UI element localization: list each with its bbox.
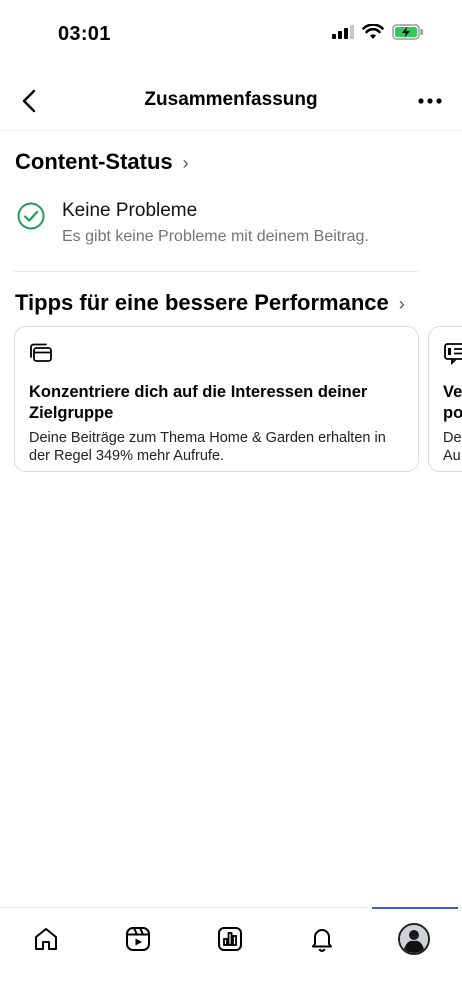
tab-reels[interactable] — [122, 923, 154, 955]
chevron-right-icon: › — [182, 152, 189, 173]
tab-notifications[interactable] — [306, 923, 338, 955]
tips-heading[interactable]: Tipps für eine bessere Performance › — [15, 290, 405, 316]
status-subtitle: Es gibt keine Probleme mit deinem Beitra… — [62, 228, 369, 245]
home-icon — [35, 928, 57, 950]
list-icon — [444, 343, 462, 366]
tips-title: Tipps für eine bessere Performance — [15, 290, 389, 315]
status-icons — [332, 24, 424, 40]
chevron-right-icon: › — [398, 293, 405, 314]
tip-card[interactable]: Konzentriere dich auf die Interessen dei… — [14, 326, 419, 472]
more-options-button[interactable] — [412, 86, 448, 116]
tip-card-description: De Au — [443, 430, 462, 464]
profile-avatar — [398, 923, 430, 955]
tab-home[interactable] — [30, 923, 62, 955]
status-title: Keine Probleme — [62, 200, 198, 221]
status-time: 03:01 — [58, 23, 111, 45]
bell-icon — [312, 929, 332, 952]
tip-card-title: Ve po — [443, 383, 462, 422]
tab-bar — [0, 910, 462, 970]
page-title: Zusammenfassung — [144, 89, 318, 110]
tab-insights[interactable] — [214, 923, 246, 955]
content-status-item: Keine Probleme Es gibt keine Probleme mi… — [16, 198, 422, 246]
content-status-text: Keine Probleme Es gibt keine Probleme mi… — [62, 198, 369, 246]
wifi-icon — [362, 24, 384, 39]
check-circle-icon — [17, 202, 45, 230]
reels-icon — [126, 927, 150, 951]
tip-card-description: Deine Beiträge zum Thema Home & Garden e… — [29, 430, 386, 464]
content-status-heading[interactable]: Content-Status › — [15, 149, 189, 175]
tip-card-title: Konzentriere dich auf die Interessen dei… — [29, 383, 368, 422]
insights-icon — [218, 927, 242, 951]
profile-avatar-image — [400, 925, 428, 953]
status-bar: 03:01 — [0, 0, 462, 70]
active-tab-indicator — [372, 907, 458, 909]
content-status-title: Content-Status — [15, 149, 173, 174]
tab-profile[interactable] — [398, 923, 430, 955]
cards-stack-icon — [30, 343, 52, 362]
tips-carousel[interactable]: Konzentriere dich auf die Interessen dei… — [14, 326, 462, 474]
signal-icon — [332, 25, 354, 39]
more-horizontal-icon — [418, 98, 442, 104]
header: Zusammenfassung — [0, 78, 462, 131]
divider — [14, 271, 418, 272]
battery-charging-icon — [392, 24, 423, 40]
tip-card[interactable]: Ve po De Au — [428, 326, 462, 472]
